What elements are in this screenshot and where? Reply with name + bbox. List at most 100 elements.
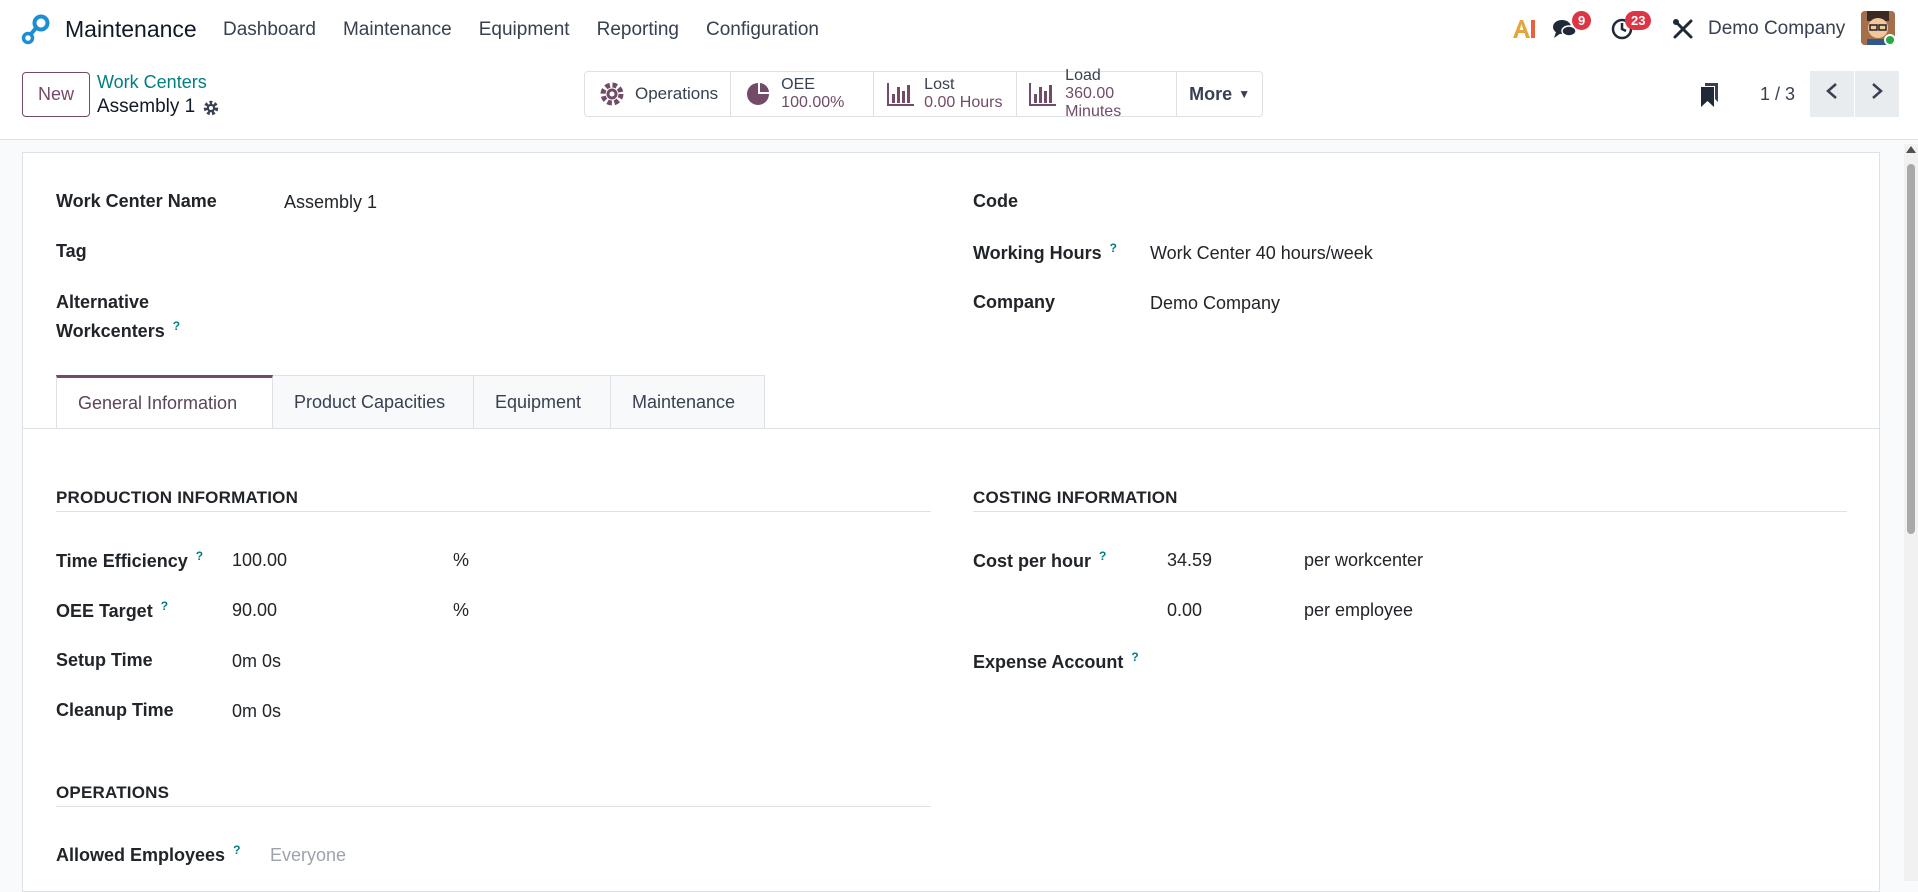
app-name[interactable]: Maintenance [65, 16, 197, 43]
scroll-up-icon[interactable] [1906, 146, 1916, 153]
bookmark-icon[interactable] [1700, 82, 1720, 108]
employee-cost-field[interactable]: 0.00 [1167, 600, 1202, 621]
oee-target-label: OEE Target? [56, 599, 169, 621]
oee-value: 100.00% [781, 94, 845, 111]
form-sheet: Work Center Name Assembly 1 Tag Alternat… [22, 152, 1880, 892]
smart-buttons: Operations OEE 100.00% Lost 0.00 Hours L… [584, 67, 1264, 120]
top-navbar: Maintenance Dashboard Maintenance Equipm… [0, 0, 1918, 58]
pager-previous-button[interactable] [1810, 71, 1854, 117]
settings-tools-icon[interactable] [1672, 18, 1694, 40]
tab-general-information[interactable]: General Information [56, 375, 273, 428]
chevron-left-icon [1825, 82, 1839, 106]
oee-label: OEE [781, 76, 815, 93]
expense-account-field[interactable] [1167, 648, 1847, 674]
scrollbar-thumb[interactable] [1907, 164, 1915, 534]
code-field[interactable] [1150, 190, 1850, 216]
help-icon[interactable]: ? [161, 599, 168, 613]
menu-configuration[interactable]: Configuration [706, 19, 819, 41]
menu-maintenance[interactable]: Maintenance [343, 19, 452, 41]
lost-label: Lost [924, 76, 955, 93]
tab-equipment[interactable]: Equipment [473, 375, 611, 428]
employee-cost-unit: per employee [1304, 600, 1414, 620]
alternative-workcenters-label: Alternative Workcenters? [56, 292, 181, 341]
messages-badge: 9 [1572, 11, 1592, 30]
working-hours-label: Working Hours? [973, 241, 1118, 263]
control-panel: New Work Centers Assembly 1 Operations O… [0, 58, 1918, 140]
ai-icon[interactable] [1511, 18, 1537, 40]
help-icon[interactable]: ? [233, 843, 240, 857]
pie-chart-icon [743, 81, 773, 107]
lost-smart-button[interactable]: Lost 0.00 Hours [874, 72, 1018, 116]
time-efficiency-field[interactable]: 100.00 [232, 550, 287, 571]
maintenance-app-icon[interactable] [20, 14, 52, 46]
more-smart-buttons-dropdown[interactable]: More ▼ [1177, 72, 1262, 116]
help-icon[interactable]: ? [1099, 549, 1106, 563]
oee-smart-button[interactable]: OEE 100.00% [731, 72, 875, 116]
company-label: Company [973, 292, 1056, 312]
working-hours-field[interactable]: Work Center 40 hours/week [1150, 243, 1373, 264]
load-value: 360.00 Minutes [1065, 85, 1122, 120]
company-switcher[interactable]: Demo Company [1708, 18, 1845, 40]
allowed-employees-label: Allowed Employees? [56, 843, 241, 865]
alternative-workcenters-field[interactable] [284, 303, 934, 329]
notebook-tabs: General Information Product Capacities E… [56, 375, 765, 428]
time-efficiency-label: Time Efficiency? [56, 549, 204, 571]
main-menu: Dashboard Maintenance Equipment Reportin… [223, 19, 846, 41]
cost-per-hour-unit: per workcenter [1304, 550, 1424, 570]
bar-chart-icon [1029, 81, 1057, 107]
operations-label: Operations [635, 84, 719, 103]
vertical-scrollbar[interactable] [1904, 144, 1918, 881]
record-actions-gear-icon[interactable] [202, 99, 220, 117]
breadcrumb-current: Assembly 1 [97, 96, 196, 117]
help-icon[interactable]: ? [196, 549, 203, 563]
cleanup-time-label: Cleanup Time [56, 700, 174, 720]
breadcrumb-work-centers[interactable]: Work Centers [97, 72, 207, 93]
online-status-dot [1884, 34, 1895, 45]
pager-next-button[interactable] [1855, 71, 1899, 117]
expense-account-label: Expense Account? [973, 650, 1139, 672]
work-center-name-field[interactable]: Assembly 1 [284, 192, 377, 213]
gear-icon [597, 81, 627, 107]
bar-chart-icon [886, 81, 916, 107]
operations-heading: OPERATIONS [56, 783, 170, 802]
more-label: More [1189, 83, 1233, 104]
work-center-name-label: Work Center Name [56, 191, 217, 211]
help-icon[interactable]: ? [1131, 650, 1138, 664]
allowed-employees-field[interactable]: Everyone [270, 845, 346, 866]
section-divider [973, 511, 1847, 512]
help-icon[interactable]: ? [173, 319, 180, 333]
operations-smart-button[interactable]: Operations [585, 72, 732, 116]
tab-product-capacities[interactable]: Product Capacities [272, 375, 474, 428]
time-efficiency-unit: % [453, 550, 470, 570]
menu-reporting[interactable]: Reporting [597, 19, 679, 41]
company-field[interactable]: Demo Company [1150, 293, 1280, 314]
menu-equipment[interactable]: Equipment [479, 19, 570, 41]
help-icon[interactable]: ? [1110, 241, 1117, 255]
tab-maintenance[interactable]: Maintenance [610, 375, 765, 428]
tag-label: Tag [56, 241, 87, 261]
setup-time-field[interactable]: 0m 0s [232, 651, 281, 672]
chevron-right-icon [1870, 82, 1884, 106]
cleanup-time-field[interactable]: 0m 0s [232, 701, 281, 722]
cost-per-hour-field[interactable]: 34.59 [1167, 550, 1212, 571]
activities-badge: 23 [1625, 11, 1652, 30]
new-button[interactable]: New [22, 72, 90, 117]
load-smart-button[interactable]: Load 360.00 Minutes [1017, 67, 1178, 120]
tag-field[interactable] [284, 239, 934, 265]
user-avatar[interactable] [1861, 11, 1895, 45]
tab-divider [23, 428, 1879, 429]
oee-target-unit: % [453, 600, 470, 620]
pager-value[interactable]: 1 / 3 [1760, 84, 1795, 105]
section-divider [56, 511, 931, 512]
load-label: Load [1065, 67, 1101, 84]
menu-dashboard[interactable]: Dashboard [223, 19, 316, 41]
costing-information-heading: COSTING INFORMATION [973, 488, 1178, 507]
lost-value: 0.00 Hours [924, 94, 1003, 111]
cost-per-hour-label: Cost per hour? [973, 549, 1107, 571]
setup-time-label: Setup Time [56, 650, 153, 670]
production-information-heading: PRODUCTION INFORMATION [56, 488, 299, 507]
caret-down-icon: ▼ [1238, 87, 1251, 101]
oee-target-field[interactable]: 90.00 [232, 600, 277, 621]
section-divider [56, 806, 931, 807]
code-label: Code [973, 191, 1018, 211]
